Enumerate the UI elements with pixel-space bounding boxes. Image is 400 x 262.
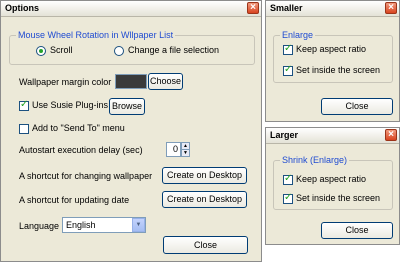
sendto-label[interactable]: Add to "Send To" menu xyxy=(32,123,125,133)
delay-input[interactable]: 0 xyxy=(166,142,181,157)
larger-titlebar[interactable]: Larger xyxy=(266,128,399,144)
shortcut-change-label: A shortcut for changing wallpaper xyxy=(19,171,153,181)
choose-color-button-label: Choose xyxy=(149,76,182,86)
larger-set-inside-label[interactable]: Set inside the screen xyxy=(296,193,380,203)
smaller-close-button-label: Close xyxy=(345,101,369,111)
language-select[interactable]: English ▼ xyxy=(62,217,146,233)
smaller-window: Smaller × Enlarge Keep aspect ratio Set … xyxy=(265,0,400,122)
language-value: English xyxy=(66,220,96,230)
options-title: Options xyxy=(5,3,39,13)
delay-spin-down-icon[interactable]: ▼ xyxy=(181,149,190,157)
susie-checkbox[interactable] xyxy=(19,99,29,111)
sendto-checkbox[interactable] xyxy=(19,124,29,134)
options-close-button-label: Close xyxy=(193,240,217,250)
smaller-set-inside-label[interactable]: Set inside the screen xyxy=(296,65,380,75)
larger-close-button[interactable]: Close xyxy=(321,222,393,239)
wheel-rotation-group: Mouse Wheel Rotation in Wllpaper List Sc… xyxy=(9,30,255,65)
susie-label[interactable]: Use Susie Plug-ins xyxy=(32,100,108,110)
enlarge-group-label: Enlarge xyxy=(280,30,316,41)
smaller-title: Smaller xyxy=(270,3,303,13)
shrink-group: Shrink (Enlarge) Keep aspect ratio Set i… xyxy=(273,155,393,210)
larger-close-button-label: Close xyxy=(345,225,369,235)
options-close-icon[interactable]: × xyxy=(247,2,259,14)
language-label: Language xyxy=(19,221,60,231)
change-selection-radio-label[interactable]: Change a file selection xyxy=(128,45,219,55)
smaller-keep-aspect-label[interactable]: Keep aspect ratio xyxy=(296,44,366,54)
create-shortcut-change-button-label: Create on Desktop xyxy=(166,170,243,180)
choose-color-button[interactable]: Choose xyxy=(148,73,183,90)
margin-color-swatch xyxy=(115,74,147,89)
smaller-close-icon[interactable]: × xyxy=(385,2,397,14)
scroll-radio-label[interactable]: Scroll xyxy=(50,45,73,55)
smaller-close-button[interactable]: Close xyxy=(321,98,393,115)
larger-keep-aspect-label[interactable]: Keep aspect ratio xyxy=(296,174,366,184)
larger-title: Larger xyxy=(270,130,299,140)
change-selection-radio[interactable] xyxy=(114,46,124,56)
chevron-down-icon[interactable]: ▼ xyxy=(132,218,145,232)
enlarge-group: Enlarge Keep aspect ratio Set inside the… xyxy=(273,30,393,83)
create-shortcut-update-button-label: Create on Desktop xyxy=(166,194,243,204)
larger-keep-aspect-checkbox[interactable] xyxy=(283,173,293,185)
shortcut-update-label: A shortcut for updating date xyxy=(19,195,130,205)
larger-set-inside-checkbox[interactable] xyxy=(283,192,293,204)
larger-close-icon[interactable]: × xyxy=(385,129,397,141)
scroll-radio[interactable] xyxy=(36,46,46,56)
browse-button-label: Browse xyxy=(111,101,142,111)
delay-label: Autostart execution delay (sec) xyxy=(19,145,143,155)
create-shortcut-change-button[interactable]: Create on Desktop xyxy=(162,167,247,184)
options-titlebar[interactable]: Options xyxy=(1,1,261,17)
wheel-rotation-group-label: Mouse Wheel Rotation in Wllpaper List xyxy=(16,30,176,41)
larger-window: Larger × Shrink (Enlarge) Keep aspect ra… xyxy=(265,127,400,245)
margin-color-label: Wallpaper margin color xyxy=(19,77,112,87)
browse-button[interactable]: Browse xyxy=(109,98,145,115)
options-window: Options × Mouse Wheel Rotation in Wllpap… xyxy=(0,0,262,262)
smaller-set-inside-checkbox[interactable] xyxy=(283,64,293,76)
smaller-titlebar[interactable]: Smaller xyxy=(266,1,399,17)
delay-value: 0 xyxy=(172,144,178,154)
create-shortcut-update-button[interactable]: Create on Desktop xyxy=(162,191,247,208)
smaller-keep-aspect-checkbox[interactable] xyxy=(283,43,293,55)
options-close-button[interactable]: Close xyxy=(163,236,248,254)
shrink-group-label: Shrink (Enlarge) xyxy=(280,155,350,166)
